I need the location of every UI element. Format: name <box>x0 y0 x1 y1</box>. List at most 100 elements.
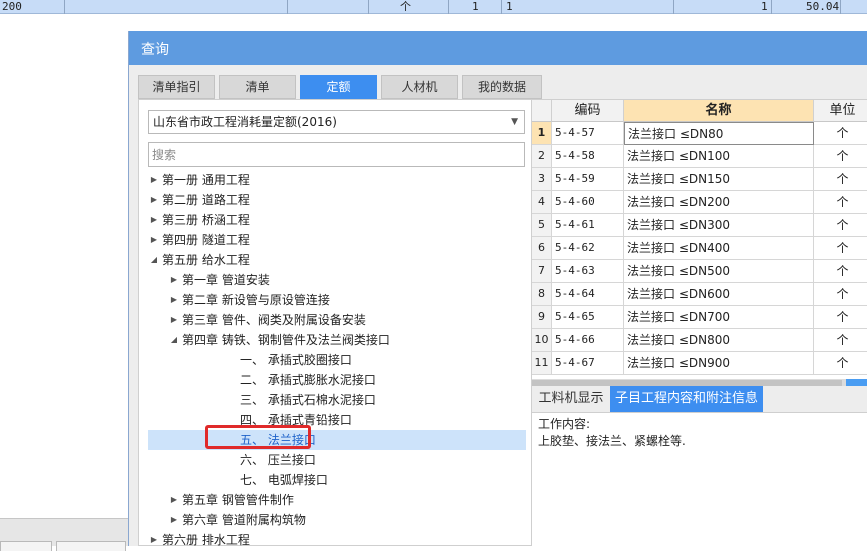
tree-item[interactable]: ▶ 第三册 桥涵工程 <box>148 210 526 230</box>
tree-item[interactable]: ▶ 第六册 排水工程 <box>148 530 526 550</box>
table-row[interactable]: 1 5-4-57 法兰接口 ≤DN80 个 <box>532 122 867 145</box>
unit-cell[interactable]: 个 <box>814 237 867 260</box>
dialog-title-bar[interactable]: 查询 <box>129 31 867 65</box>
expand-closed-icon[interactable]: ▶ <box>168 490 180 510</box>
tree-item[interactable]: ▶ 第二章 新设管与原设管连接 <box>148 290 526 310</box>
table-row[interactable]: 8 5-4-64 法兰接口 ≤DN600 个 <box>532 283 867 306</box>
table-row[interactable]: 6 5-4-62 法兰接口 ≤DN400 个 <box>532 237 867 260</box>
row-number-cell[interactable]: 3 <box>532 168 552 191</box>
name-cell[interactable]: 法兰接口 ≤DN300 <box>624 214 814 237</box>
name-cell[interactable]: 法兰接口 ≤DN200 <box>624 191 814 214</box>
row-number-cell[interactable]: 2 <box>532 145 552 168</box>
tab-quota[interactable]: 定额 <box>300 75 377 99</box>
tab-my-data[interactable]: 我的数据 <box>462 75 542 99</box>
tab-bill[interactable]: 清单 <box>219 75 296 99</box>
unit-cell[interactable]: 个 <box>814 145 867 168</box>
code-cell[interactable]: 5-4-59 <box>552 168 624 191</box>
name-cell[interactable]: 法兰接口 ≤DN80 <box>624 122 814 145</box>
quota-library-select[interactable]: 山东省市政工程消耗量定额(2016) ▼ <box>148 110 525 134</box>
row-number-cell[interactable]: 8 <box>532 283 552 306</box>
tree-item[interactable]: ▶ 第一册 通用工程 <box>148 170 526 190</box>
unit-cell[interactable]: 个 <box>814 122 867 145</box>
name-cell[interactable]: 法兰接口 ≤DN150 <box>624 168 814 191</box>
tree-item[interactable]: ▶ 第四册 隧道工程 <box>148 230 526 250</box>
grid-horizontal-scrollbar[interactable] <box>532 379 867 386</box>
tree-item[interactable]: 二、 承插式膨胀水泥接口 <box>148 370 526 390</box>
unit-cell[interactable]: 个 <box>814 283 867 306</box>
code-cell[interactable]: 5-4-67 <box>552 352 624 375</box>
tree-item[interactable]: 七、 电弧焊接口 <box>148 470 526 490</box>
code-cell[interactable]: 5-4-65 <box>552 306 624 329</box>
name-cell[interactable]: 法兰接口 ≤DN900 <box>624 352 814 375</box>
tree-item[interactable]: ▶ 第二册 道路工程 <box>148 190 526 210</box>
name-cell[interactable]: 法兰接口 ≤DN700 <box>624 306 814 329</box>
row-number-cell[interactable]: 9 <box>532 306 552 329</box>
unit-cell[interactable]: 个 <box>814 306 867 329</box>
tab-work-content[interactable]: 子目工程内容和附注信息 <box>610 386 763 412</box>
tab-labor-material[interactable]: 人材机 <box>381 75 458 99</box>
tree-item[interactable]: ◢ 第五册 给水工程 <box>148 250 526 270</box>
tree-item[interactable]: ▶ 第三章 管件、阀类及附属设备安装 <box>148 310 526 330</box>
unit-cell[interactable]: 个 <box>814 260 867 283</box>
grid-header-unit[interactable]: 单位 <box>814 100 867 122</box>
tree-item[interactable]: ▶ 第六章 管道附属构筑物 <box>148 510 526 530</box>
tree-item[interactable]: ▶ 第五章 钢管管件制作 <box>148 490 526 510</box>
scrollbar-end[interactable] <box>846 379 867 386</box>
row-number-cell[interactable]: 5 <box>532 214 552 237</box>
row-number-cell[interactable]: 6 <box>532 237 552 260</box>
name-cell[interactable]: 法兰接口 ≤DN100 <box>624 145 814 168</box>
name-cell[interactable]: 法兰接口 ≤DN800 <box>624 329 814 352</box>
row-number-cell[interactable]: 11 <box>532 352 552 375</box>
grid-header-name[interactable]: 名称 <box>624 100 814 122</box>
expand-closed-icon[interactable]: ▶ <box>168 290 180 310</box>
table-row[interactable]: 9 5-4-65 法兰接口 ≤DN700 个 <box>532 306 867 329</box>
code-cell[interactable]: 5-4-63 <box>552 260 624 283</box>
unit-cell[interactable]: 个 <box>814 352 867 375</box>
name-cell[interactable]: 法兰接口 ≤DN400 <box>624 237 814 260</box>
name-cell[interactable]: 法兰接口 ≤DN500 <box>624 260 814 283</box>
expand-closed-icon[interactable]: ▶ <box>168 510 180 530</box>
expand-closed-icon[interactable]: ▶ <box>148 230 160 250</box>
expand-closed-icon[interactable]: ▶ <box>168 310 180 330</box>
table-row[interactable]: 3 5-4-59 法兰接口 ≤DN150 个 <box>532 168 867 191</box>
code-cell[interactable]: 5-4-57 <box>552 122 624 145</box>
tab-material-display[interactable]: 工料机显示 <box>532 386 610 412</box>
expand-closed-icon[interactable]: ▶ <box>168 270 180 290</box>
table-row[interactable]: 4 5-4-60 法兰接口 ≤DN200 个 <box>532 191 867 214</box>
unit-cell[interactable]: 个 <box>814 168 867 191</box>
expand-closed-icon[interactable]: ▶ <box>148 190 160 210</box>
code-cell[interactable]: 5-4-62 <box>552 237 624 260</box>
grid-header-code[interactable]: 编码 <box>552 100 624 122</box>
code-cell[interactable]: 5-4-60 <box>552 191 624 214</box>
bg-tab-1[interactable] <box>0 541 52 551</box>
tab-bill-guide[interactable]: 清单指引 <box>138 75 215 99</box>
search-input[interactable] <box>148 142 525 167</box>
row-number-cell[interactable]: 10 <box>532 329 552 352</box>
code-cell[interactable]: 5-4-58 <box>552 145 624 168</box>
table-row[interactable]: 11 5-4-67 法兰接口 ≤DN900 个 <box>532 352 867 375</box>
expand-closed-icon[interactable]: ▶ <box>148 210 160 230</box>
table-row[interactable]: 5 5-4-61 法兰接口 ≤DN300 个 <box>532 214 867 237</box>
unit-cell[interactable]: 个 <box>814 329 867 352</box>
row-number-cell[interactable]: 1 <box>532 122 552 145</box>
tree-item[interactable]: 六、 压兰接口 <box>148 450 526 470</box>
table-row[interactable]: 10 5-4-66 法兰接口 ≤DN800 个 <box>532 329 867 352</box>
expand-closed-icon[interactable]: ▶ <box>148 530 160 550</box>
row-number-cell[interactable]: 4 <box>532 191 552 214</box>
tree-item[interactable]: ▶ 第一章 管道安装 <box>148 270 526 290</box>
name-cell[interactable]: 法兰接口 ≤DN600 <box>624 283 814 306</box>
table-row[interactable]: 2 5-4-58 法兰接口 ≤DN100 个 <box>532 145 867 168</box>
tree-item[interactable]: 三、 承插式石棉水泥接口 <box>148 390 526 410</box>
row-number-cell[interactable]: 7 <box>532 260 552 283</box>
tree-item[interactable]: 一、 承插式胶圈接口 <box>148 350 526 370</box>
unit-cell[interactable]: 个 <box>814 191 867 214</box>
tree-item[interactable]: ◢ 第四章 铸铁、钢制管件及法兰阀类接口 <box>148 330 526 350</box>
unit-cell[interactable]: 个 <box>814 214 867 237</box>
expand-open-icon[interactable]: ◢ <box>148 250 160 270</box>
code-cell[interactable]: 5-4-61 <box>552 214 624 237</box>
table-row[interactable]: 7 5-4-63 法兰接口 ≤DN500 个 <box>532 260 867 283</box>
expand-open-icon[interactable]: ◢ <box>168 330 180 350</box>
code-cell[interactable]: 5-4-66 <box>552 329 624 352</box>
bg-tab-2[interactable] <box>56 541 126 551</box>
expand-closed-icon[interactable]: ▶ <box>148 170 160 190</box>
